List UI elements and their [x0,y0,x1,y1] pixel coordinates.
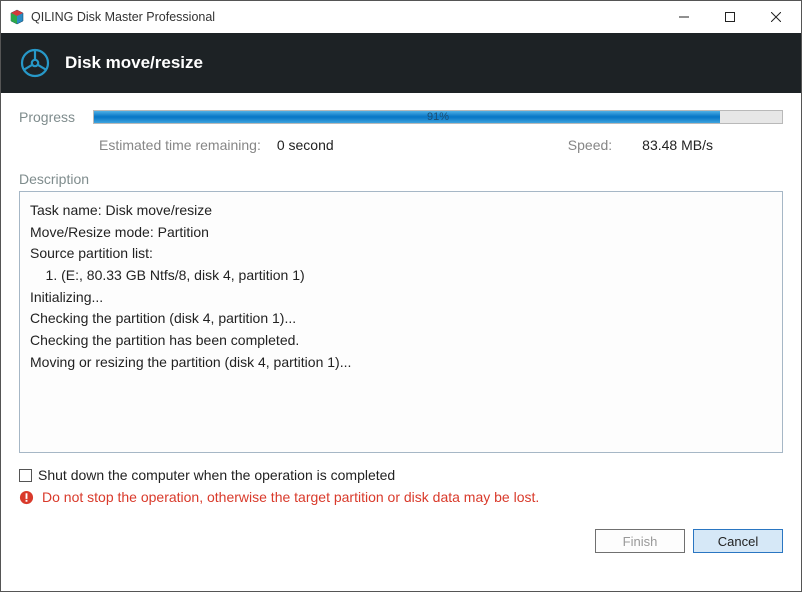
progress-bar: 91% [93,110,783,124]
speed-label: Speed: [568,137,612,153]
header-band: Disk move/resize [1,33,801,93]
progress-percent-text: 91% [94,111,782,123]
checkbox-icon[interactable] [19,469,32,482]
description-label: Description [19,171,783,187]
description-line: Checking the partition has been complete… [30,330,772,352]
close-button[interactable] [753,2,799,32]
warning-icon [19,490,34,505]
minimize-button[interactable] [661,2,707,32]
description-line: Checking the partition (disk 4, partitio… [30,308,772,330]
shutdown-label: Shut down the computer when the operatio… [38,467,395,483]
window-controls [661,2,799,32]
maximize-button[interactable] [707,2,753,32]
description-line: Task name: Disk move/resize [30,200,772,222]
description-line: Source partition list: [30,243,772,265]
eta-value: 0 second [277,137,334,153]
app-icon [9,9,25,25]
description-line: Moving or resizing the partition (disk 4… [30,352,772,374]
description-line: 1. (E:, 80.33 GB Ntfs/8, disk 4, partiti… [30,265,772,287]
eta-label: Estimated time remaining: [99,137,261,153]
stats-row: Estimated time remaining: 0 second Speed… [19,137,783,153]
description-line: Initializing... [30,287,772,309]
shutdown-option[interactable]: Shut down the computer when the operatio… [19,467,783,483]
disk-icon [19,47,51,79]
speed-value: 83.48 MB/s [642,137,713,153]
warning-row: Do not stop the operation, otherwise the… [19,489,783,505]
description-line: Move/Resize mode: Partition [30,222,772,244]
button-row: Finish Cancel [1,515,801,553]
finish-button[interactable]: Finish [595,529,685,553]
description-box: Task name: Disk move/resizeMove/Resize m… [19,191,783,453]
page-title: Disk move/resize [65,53,203,73]
warning-text: Do not stop the operation, otherwise the… [42,489,539,505]
progress-row: Progress 91% [19,109,783,125]
cancel-button[interactable]: Cancel [693,529,783,553]
titlebar: QILING Disk Master Professional [1,1,801,33]
window-title: QILING Disk Master Professional [31,10,661,24]
content-area: Progress 91% Estimated time remaining: 0… [1,93,801,515]
progress-label: Progress [19,109,75,125]
